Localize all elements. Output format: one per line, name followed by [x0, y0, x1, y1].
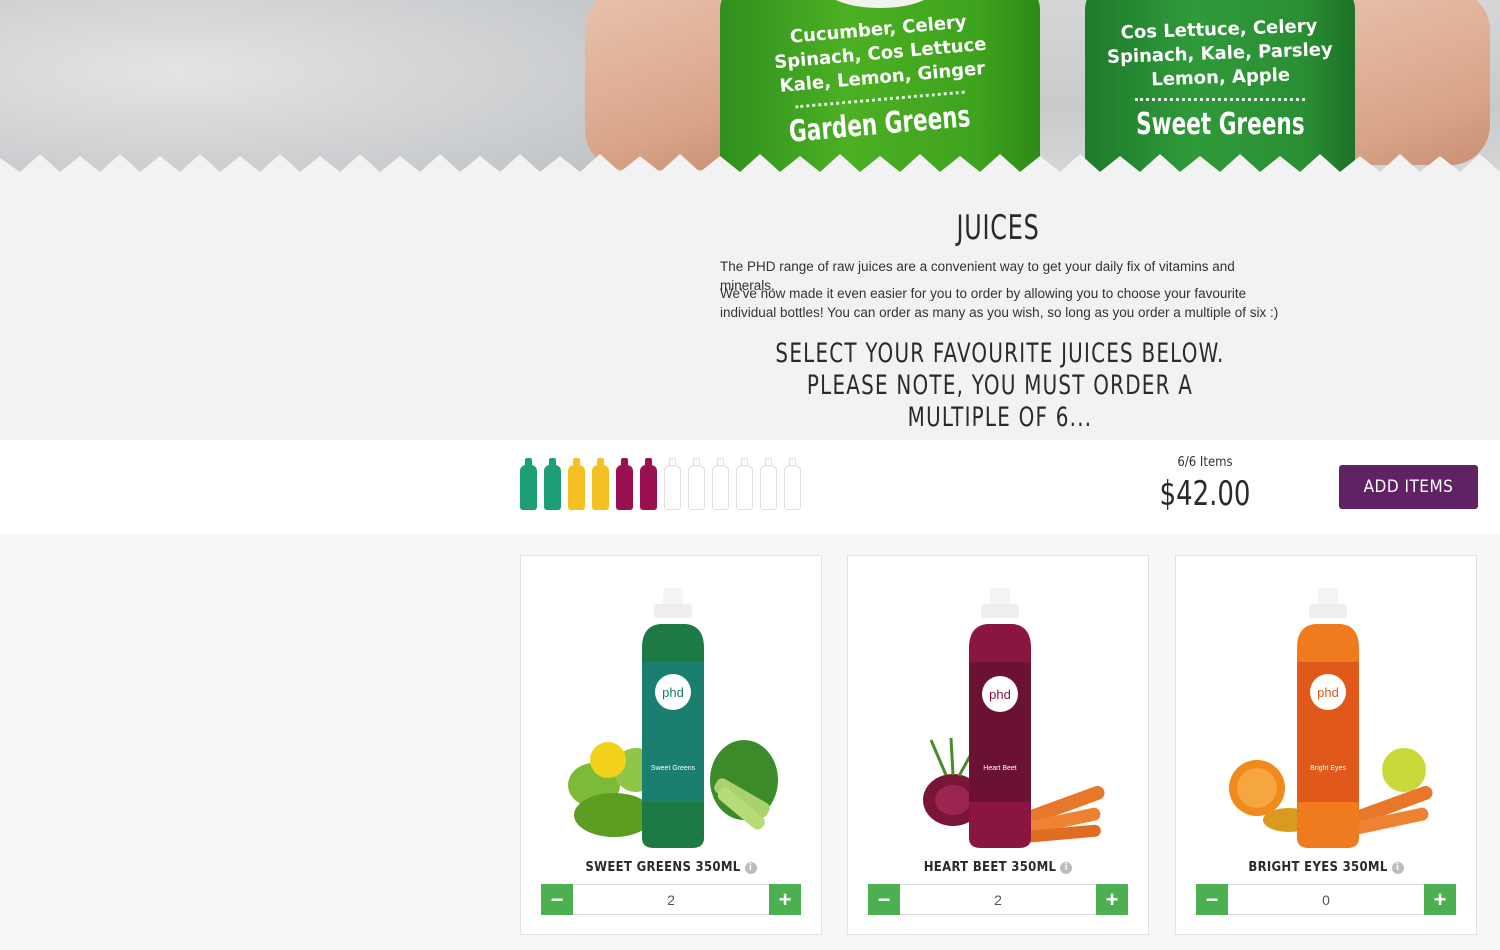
- bottle-progress: [520, 458, 801, 510]
- info-icon[interactable]: i: [1060, 862, 1073, 874]
- bottle-slot-empty: [688, 458, 705, 510]
- hero-banner: Cucumber, Celery Spinach, Cos Lettuce Ka…: [0, 0, 1500, 180]
- quantity-input[interactable]: [573, 884, 769, 915]
- product-name: HEART BEET 350ML i: [848, 860, 1148, 875]
- intro-section: JUICES The PHD range of raw juices are a…: [0, 172, 1500, 440]
- product-card: phd Sweet Greens SWEET GREENS 350MLi − +: [520, 555, 822, 935]
- product-image-heart-beet[interactable]: phd Heart Beet: [891, 570, 1107, 850]
- order-notice-line: SELECT YOUR FAVOURITE JUICES BELOW.: [775, 338, 1225, 369]
- quantity-stepper: − +: [868, 884, 1128, 915]
- bottle-slot-empty: [760, 458, 777, 510]
- bottle-slot-empty: [712, 458, 729, 510]
- product-name: SWEET GREENS 350ML i: [521, 860, 821, 875]
- order-notice-line: PLEASE NOTE, YOU MUST ORDER A MULTIPLE O…: [806, 370, 1194, 433]
- order-summary-bar: 6/6 Items $42.00 ADD ITEMS: [0, 440, 1500, 534]
- quantity-stepper: − +: [1196, 884, 1456, 915]
- product-card: phd Bright Eyes BRIGHT EYES 350MLi − +: [1175, 555, 1477, 935]
- add-items-button[interactable]: ADD ITEMS: [1339, 465, 1478, 509]
- bottle-slot-filled: [520, 458, 537, 510]
- info-icon[interactable]: i: [1391, 862, 1404, 874]
- item-count: 6/6 Items: [1177, 455, 1233, 470]
- order-notice: SELECT YOUR FAVOURITE JUICES BELOW. PLEA…: [754, 338, 1246, 434]
- decrease-button[interactable]: −: [541, 884, 573, 915]
- bottle-slot-filled: [568, 458, 585, 510]
- hero-bottle-label-circle: [825, 0, 935, 8]
- product-name-text: BRIGHT EYES 350ML: [1248, 860, 1388, 875]
- product-name: BRIGHT EYES 350ML i: [1176, 860, 1476, 875]
- bottle-label-text: Heart Beet: [983, 765, 1017, 772]
- hero-bottle-divider: [1135, 98, 1305, 101]
- bottle-slot-empty: [736, 458, 753, 510]
- order-total: $42.00: [1159, 474, 1251, 514]
- phd-logo-icon: phd: [1317, 685, 1339, 700]
- hero-bottle-name: Garden Greens: [787, 99, 973, 150]
- hero-bottle-name: Sweet Greens: [1135, 107, 1305, 142]
- decrease-button[interactable]: −: [1196, 884, 1228, 915]
- product-name-text: HEART BEET 350ML: [923, 860, 1057, 875]
- product-image-sweet-greens[interactable]: phd Sweet Greens: [564, 570, 780, 850]
- bottle-slot-filled: [592, 458, 609, 510]
- decrease-button[interactable]: −: [868, 884, 900, 915]
- bottle-label-text: Sweet Greens: [651, 765, 696, 772]
- phd-logo-icon: phd: [989, 687, 1011, 702]
- info-icon[interactable]: i: [744, 862, 757, 874]
- bottle-label-text: Bright Eyes: [1310, 765, 1346, 772]
- increase-button[interactable]: +: [1424, 884, 1456, 915]
- bottle-slot-filled: [544, 458, 561, 510]
- increase-button[interactable]: +: [1096, 884, 1128, 915]
- quantity-stepper: − +: [541, 884, 801, 915]
- quantity-input[interactable]: [900, 884, 1096, 915]
- bottle-slot-empty: [664, 458, 681, 510]
- increase-button[interactable]: +: [769, 884, 801, 915]
- hero-bottle-ingredients: Cos Lettuce, Celery Spinach, Kale, Parsl…: [1106, 15, 1334, 91]
- bottle-slot-filled: [640, 458, 657, 510]
- intro-paragraph: We've now made it even easier for you to…: [720, 286, 1279, 320]
- product-name-text: SWEET GREENS 350ML: [585, 860, 741, 875]
- hero-bottle-ingredients: Cucumber, Celery Spinach, Cos Lettuce Ka…: [773, 11, 987, 97]
- product-image-bright-eyes[interactable]: phd Bright Eyes: [1219, 570, 1435, 850]
- phd-logo-icon: phd: [662, 685, 684, 700]
- bottle-slot-empty: [784, 458, 801, 510]
- bottle-slot-filled: [616, 458, 633, 510]
- quantity-input[interactable]: [1228, 884, 1424, 915]
- page-title: JUICES: [956, 208, 1040, 248]
- product-card: phd Heart Beet HEART BEET 350MLi − +: [847, 555, 1149, 935]
